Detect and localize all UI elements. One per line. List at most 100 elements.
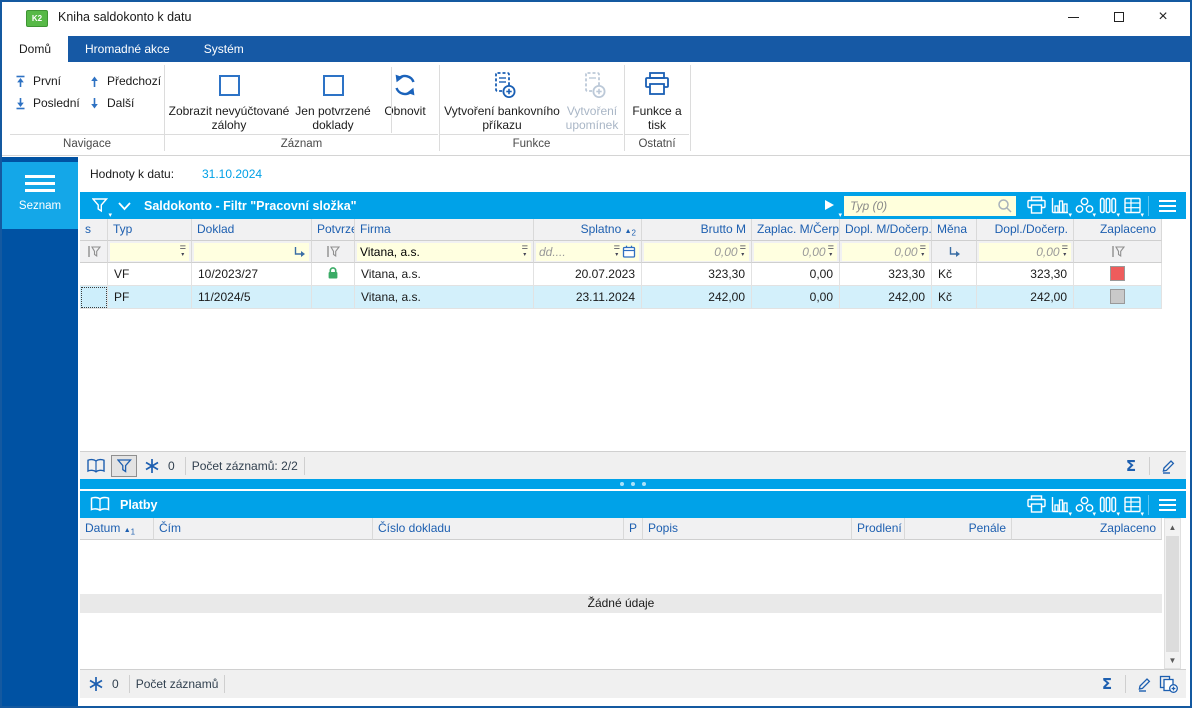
tab-system[interactable]: Systém (187, 36, 261, 62)
col-header-cim[interactable]: Čím (154, 518, 373, 540)
col-header-popis[interactable]: Popis (643, 518, 852, 540)
filter-cell-brutto[interactable]: 0,00=▾ (642, 241, 752, 263)
edit-icon[interactable] (1132, 676, 1156, 692)
vertical-scrollbar[interactable]: ▲ ▼ (1164, 518, 1181, 669)
new-record-icon[interactable] (1156, 675, 1180, 693)
book-view-icon[interactable] (84, 458, 108, 474)
excel-export-icon[interactable]: ▾ (1120, 495, 1144, 515)
col-header-brutto[interactable]: Brutto M (642, 219, 752, 241)
filter-cell-zaplaceno[interactable] (1074, 241, 1162, 263)
nav-first-button[interactable]: První (14, 72, 61, 90)
cell-firma[interactable]: Vitana, a.s. (355, 286, 534, 309)
filter-cell-potvrzeno[interactable] (312, 241, 355, 263)
freeze-icon[interactable] (84, 676, 108, 692)
cell-dopl-m[interactable]: 242,00 (840, 286, 932, 309)
col-header-mena[interactable]: Měna (932, 219, 977, 241)
cell-typ[interactable]: VF (108, 263, 192, 286)
table-row-cell[interactable] (80, 263, 108, 286)
search-input[interactable] (844, 196, 1016, 216)
print-icon[interactable] (1024, 495, 1048, 515)
col-header-prodleni[interactable]: Prodlení (852, 518, 905, 540)
col-header-zaplaceno[interactable]: Zaplaceno (1012, 518, 1162, 540)
tab-hromadne-akce[interactable]: Hromadné akce (68, 36, 187, 62)
filter-cell-splatno[interactable]: dd....=▾ (534, 241, 642, 263)
cell-brutto[interactable]: 323,30 (642, 263, 752, 286)
col-header-zaplaceno[interactable]: Zaplaceno (1074, 219, 1162, 241)
cell-dopl[interactable]: 323,30 (977, 263, 1074, 286)
scroll-down-icon[interactable]: ▼ (1165, 652, 1180, 668)
cell-brutto[interactable]: 242,00 (642, 286, 752, 309)
only-confirmed-docs-button[interactable]: Jen potvrzené doklady (278, 65, 388, 132)
edit-icon[interactable] (1156, 458, 1180, 474)
cell-zaplac[interactable]: 0,00 (752, 263, 840, 286)
print-icon[interactable] (1024, 196, 1048, 216)
col-header-splatno[interactable]: Splatno ▲2 (534, 219, 642, 241)
cell-doklad[interactable]: 11/2024/5 (192, 286, 312, 309)
chevron-down-icon[interactable] (112, 196, 136, 216)
panel-splitter[interactable] (80, 479, 1186, 489)
filter-toggle-button[interactable] (111, 455, 137, 477)
cell-zaplac[interactable]: 0,00 (752, 286, 840, 309)
panel-menu-icon[interactable] (1159, 499, 1176, 511)
minimize-button[interactable] (1052, 2, 1094, 32)
col-header-p[interactable]: P (624, 518, 643, 540)
nav-last-button[interactable]: Poslední (14, 94, 80, 112)
cell-zaplaceno[interactable] (1074, 286, 1162, 309)
col-header-dopl-m[interactable]: Dopl. M/Dočerp. M (840, 219, 932, 241)
sidebar-item-seznam[interactable]: Seznam (2, 162, 78, 229)
create-reminders-button[interactable]: Vytvoření upomínek (552, 65, 632, 132)
filter-cell-typ[interactable]: =▾ (108, 241, 192, 263)
table-row-cell[interactable] (80, 286, 108, 309)
excel-export-icon[interactable]: ▾ (1120, 196, 1144, 216)
col-header-datum[interactable]: Datum ▲1 (80, 518, 154, 540)
nav-next-button[interactable]: Další (88, 94, 134, 112)
chart-icon[interactable]: ▾ (1048, 495, 1072, 515)
filter-cell-dopl[interactable]: 0,00=▾ (977, 241, 1074, 263)
related-records-icon[interactable]: ▾ (1072, 495, 1096, 515)
scroll-up-icon[interactable]: ▲ (1165, 519, 1180, 535)
col-header-firma[interactable]: Firma (355, 219, 534, 241)
nav-prev-button[interactable]: Předchozí (88, 72, 161, 90)
values-date-value: 31.10.2024 (202, 167, 262, 181)
scrollbar-thumb[interactable] (1166, 536, 1179, 652)
cell-doklad[interactable]: 10/2023/27 (192, 263, 312, 286)
related-records-icon[interactable]: ▾ (1072, 196, 1096, 216)
col-header-dopl[interactable]: Dopl./Dočerp. (977, 219, 1074, 241)
filter-menu-icon[interactable]: ▾ (88, 196, 112, 216)
filter-cell-firma[interactable]: Vitana, a.s.=▾ (355, 241, 534, 263)
cell-mena[interactable]: Kč (932, 263, 977, 286)
cell-potvrzeno[interactable] (312, 286, 355, 309)
cell-dopl-m[interactable]: 323,30 (840, 263, 932, 286)
col-header-cislo-dokladu[interactable]: Číslo dokladu (373, 518, 624, 540)
cell-typ[interactable]: PF (108, 286, 192, 309)
col-header-potvrzeno[interactable]: Potvrzeno (312, 219, 355, 241)
col-header-zaplac[interactable]: Zaplac. M/Čerp. M (752, 219, 840, 241)
freeze-icon[interactable] (140, 458, 164, 474)
chart-icon[interactable]: ▾ (1048, 196, 1072, 216)
filter-cell-s[interactable] (80, 241, 108, 263)
cell-potvrzeno[interactable] (312, 263, 355, 286)
filter-cell-dopl-m[interactable]: 0,00=▾ (840, 241, 932, 263)
sum-icon[interactable]: Σ (1119, 457, 1143, 475)
cell-splatno[interactable]: 23.11.2024 (534, 286, 642, 309)
filter-cell-mena[interactable] (932, 241, 977, 263)
cell-zaplaceno[interactable] (1074, 263, 1162, 286)
columns-icon[interactable]: ▾ (1096, 495, 1120, 515)
columns-icon[interactable]: ▾ (1096, 196, 1120, 216)
col-header-penale[interactable]: Penále (905, 518, 1012, 540)
filter-cell-doklad[interactable] (192, 241, 312, 263)
maximize-button[interactable] (1098, 2, 1140, 32)
filter-cell-zaplac[interactable]: 0,00=▾ (752, 241, 840, 263)
cell-dopl[interactable]: 242,00 (977, 286, 1074, 309)
functions-print-button[interactable]: Funkce a tisk (625, 65, 689, 132)
close-button[interactable]: × (1142, 2, 1184, 32)
cell-mena[interactable]: Kč (932, 286, 977, 309)
play-icon[interactable]: ▾ (818, 196, 842, 216)
col-header-typ[interactable]: Typ (108, 219, 192, 241)
col-header-doklad[interactable]: Doklad (192, 219, 312, 241)
cell-splatno[interactable]: 20.07.2023 (534, 263, 642, 286)
sum-icon[interactable]: Σ (1095, 675, 1119, 693)
panel-menu-icon[interactable] (1159, 200, 1176, 212)
cell-firma[interactable]: Vitana, a.s. (355, 263, 534, 286)
tab-domu[interactable]: Domů (2, 36, 68, 62)
